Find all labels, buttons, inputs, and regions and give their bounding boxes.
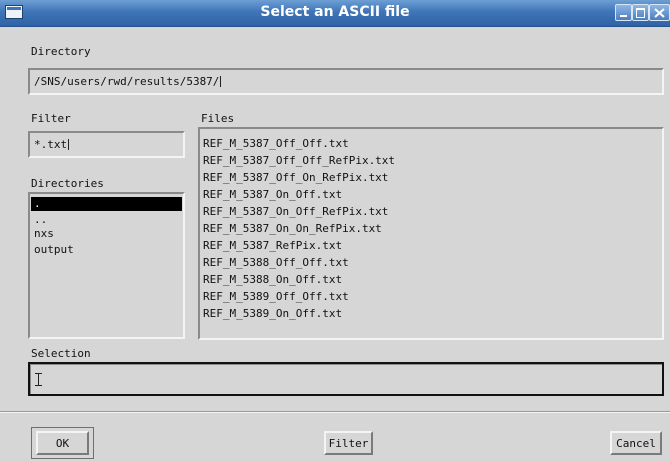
file-item[interactable]: REF_M_5387_Off_Off.txt bbox=[200, 135, 662, 152]
file-item[interactable]: REF_M_5387_RefPix.txt bbox=[200, 237, 662, 254]
selection-label: Selection bbox=[31, 347, 91, 360]
text-cursor bbox=[68, 139, 70, 150]
directory-label: Directory bbox=[31, 45, 91, 58]
directories-list[interactable]: . .. nxs output bbox=[28, 192, 185, 339]
close-icon[interactable] bbox=[649, 4, 670, 21]
file-item[interactable]: REF_M_5388_On_Off.txt bbox=[200, 271, 662, 288]
minimize-icon[interactable] bbox=[615, 4, 632, 21]
directories-label: Directories bbox=[31, 177, 104, 190]
file-item[interactable]: REF_M_5387_Off_On_RefPix.txt bbox=[200, 169, 662, 186]
directory-value: /SNS/users/rwd/results/5387/ bbox=[34, 75, 220, 88]
files-list[interactable]: REF_M_5387_Off_Off.txt REF_M_5387_Off_Of… bbox=[198, 127, 664, 340]
directory-item-current[interactable]: . bbox=[31, 197, 182, 211]
filter-button[interactable]: Filter bbox=[324, 431, 373, 455]
file-item[interactable]: REF_M_5389_Off_Off.txt bbox=[200, 288, 662, 305]
directory-item-nxs[interactable]: nxs bbox=[31, 225, 182, 242]
file-dialog-window: Select an ASCII file Directory /SNS/user… bbox=[0, 0, 670, 461]
maximize-icon[interactable] bbox=[632, 4, 649, 21]
directory-field[interactable]: /SNS/users/rwd/results/5387/ bbox=[28, 68, 664, 95]
ok-button[interactable]: OK bbox=[36, 431, 89, 455]
file-item[interactable]: REF_M_5389_On_Off.txt bbox=[200, 305, 662, 322]
file-item[interactable]: REF_M_5387_On_Off_RefPix.txt bbox=[200, 203, 662, 220]
file-item[interactable]: REF_M_5387_On_Off.txt bbox=[200, 186, 662, 203]
filter-label: Filter bbox=[31, 112, 71, 125]
file-item[interactable]: REF_M_5387_Off_Off_RefPix.txt bbox=[200, 152, 662, 169]
title-bar[interactable]: Select an ASCII file bbox=[0, 0, 670, 27]
files-label: Files bbox=[201, 112, 235, 125]
selection-input[interactable] bbox=[28, 362, 664, 396]
file-item[interactable]: REF_M_5387_On_On_RefPix.txt bbox=[200, 220, 662, 237]
text-cursor-icon bbox=[35, 373, 42, 386]
directory-item-output[interactable]: output bbox=[31, 241, 182, 258]
filter-field[interactable]: *.txt bbox=[28, 131, 185, 158]
text-cursor bbox=[220, 76, 222, 87]
cancel-button[interactable]: Cancel bbox=[610, 431, 662, 455]
window-title: Select an ASCII file bbox=[260, 4, 410, 20]
filter-value: *.txt bbox=[34, 138, 68, 151]
separator bbox=[0, 411, 670, 413]
file-item[interactable]: REF_M_5388_Off_Off.txt bbox=[200, 254, 662, 271]
